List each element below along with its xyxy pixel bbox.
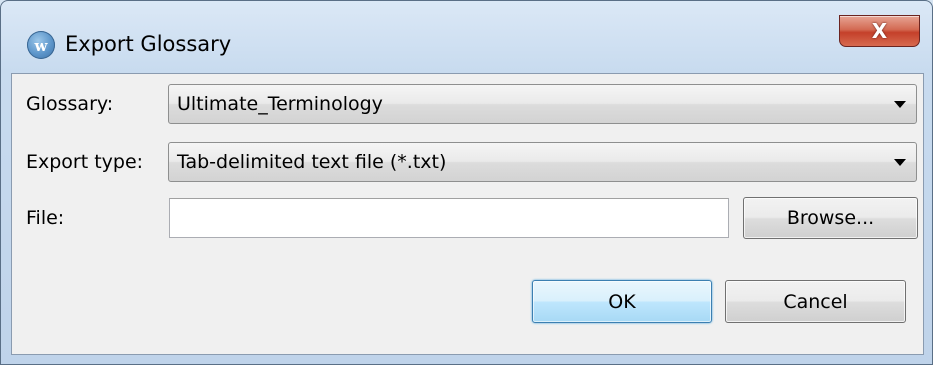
ok-button[interactable]: OK [532, 280, 712, 323]
export-glossary-dialog: w Export Glossary X Glossary: Ultimate_T… [0, 0, 933, 365]
close-button[interactable]: X [839, 15, 920, 47]
glossary-select[interactable]: Ultimate_Terminology [168, 84, 917, 124]
cancel-button[interactable]: Cancel [725, 280, 906, 323]
glossary-selected-value: Ultimate_Terminology [177, 93, 383, 115]
file-path-input[interactable] [169, 198, 729, 238]
app-logo-glyph: w [34, 36, 48, 55]
dialog-body: Glossary: Ultimate_Terminology Export ty… [11, 73, 924, 355]
export-type-label: Export type: [26, 151, 144, 173]
export-type-selected-value: Tab-delimited text file (*.txt) [177, 151, 447, 173]
app-logo-icon: w [27, 31, 55, 59]
file-label: File: [26, 207, 65, 229]
chevron-down-icon [894, 101, 906, 108]
close-icon: X [871, 19, 888, 43]
browse-button[interactable]: Browse... [743, 197, 918, 239]
glossary-label: Glossary: [26, 93, 114, 115]
chevron-down-icon [894, 159, 906, 166]
export-type-select[interactable]: Tab-delimited text file (*.txt) [168, 142, 917, 182]
title-bar[interactable]: w Export Glossary X [1, 1, 932, 73]
window-title: Export Glossary [65, 32, 232, 56]
